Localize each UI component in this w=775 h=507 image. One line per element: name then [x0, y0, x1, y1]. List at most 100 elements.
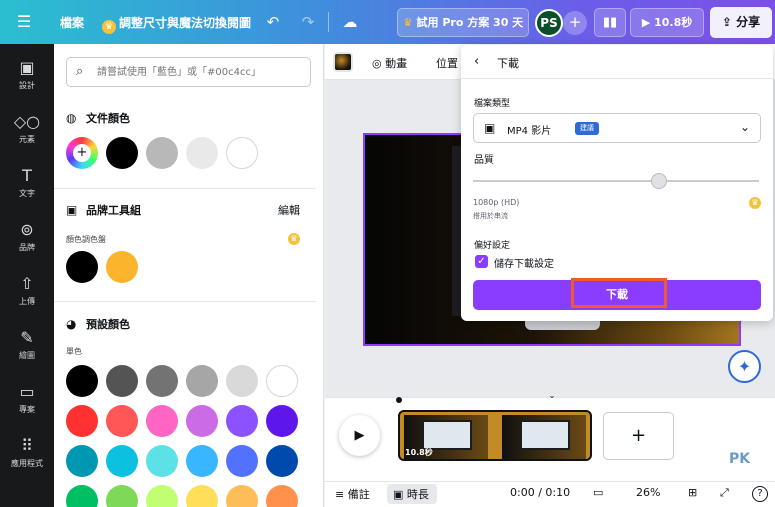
preset-color-swatch[interactable]: [66, 445, 98, 477]
position-button[interactable]: 位置: [436, 55, 458, 71]
preset-color-swatch[interactable]: [106, 485, 138, 507]
brand-color-swatch[interactable]: [66, 251, 98, 283]
preset-color-swatch[interactable]: [186, 365, 218, 397]
preset-color-swatch[interactable]: [226, 485, 258, 507]
save-settings-checkbox[interactable]: ✓: [475, 255, 488, 268]
add-collaborator-icon[interactable]: +: [563, 11, 587, 35]
zoom-level[interactable]: 26%: [636, 486, 660, 499]
insights-icon[interactable]: ▮▮: [594, 8, 626, 37]
color-search[interactable]: ⌕: [66, 57, 311, 87]
playback-time: 0:00 / 0:10: [510, 486, 571, 499]
preset-color-swatch[interactable]: [186, 445, 218, 477]
playhead[interactable]: [396, 397, 402, 403]
doc-color-swatch[interactable]: [106, 137, 138, 169]
rail-item-apps[interactable]: ⠿ 應用程式: [0, 432, 54, 478]
page-view-icon[interactable]: ▭: [593, 486, 603, 499]
file-type-select[interactable]: ▣ MP4 影片 建議 ⌄: [473, 113, 761, 143]
download-title: 下載: [497, 57, 519, 70]
solid-colors-label: 單色: [66, 347, 82, 356]
cloud-saved-icon[interactable]: ☁: [340, 12, 360, 32]
avatar[interactable]: PS: [535, 9, 563, 37]
resize-button[interactable]: ♛ 調整尺寸與魔法切換閱圖: [102, 14, 251, 34]
preset-color-swatch[interactable]: [186, 485, 218, 507]
preset-color-swatch[interactable]: [66, 485, 98, 507]
redo-icon[interactable]: ↷: [298, 12, 318, 32]
text-icon: T: [22, 166, 32, 185]
help-button[interactable]: ?: [752, 486, 768, 502]
preset-color-swatch[interactable]: [106, 365, 138, 397]
quality-slider-track[interactable]: [473, 180, 759, 182]
preset-colors-heading: ◕ 預設顏色: [66, 317, 130, 331]
preset-color-swatch[interactable]: [146, 485, 178, 507]
background-color-chip[interactable]: [333, 52, 353, 72]
rail-item-design[interactable]: ▣ 設計: [0, 54, 54, 100]
animate-button[interactable]: ◎ 動畫: [372, 55, 407, 71]
rail-item-text[interactable]: T 文字: [0, 162, 54, 208]
preset-color-swatch[interactable]: [226, 445, 258, 477]
preset-color-swatch[interactable]: [66, 365, 98, 397]
rail-item-uploads[interactable]: ⇧ 上傳: [0, 270, 54, 316]
divider: [461, 78, 773, 79]
video-icon: ▣: [484, 121, 496, 135]
preset-color-swatch[interactable]: [146, 445, 178, 477]
notes-button[interactable]: ≡ 備註: [335, 486, 370, 502]
preset-color-swatch[interactable]: [226, 405, 258, 437]
fullscreen-icon[interactable]: ⤢: [720, 486, 729, 500]
search-input[interactable]: [97, 63, 305, 81]
clip-duration: 10.8秒: [405, 448, 433, 457]
present-button[interactable]: ▶ 10.8秒: [630, 8, 704, 37]
grid-view-icon[interactable]: ⊞: [688, 486, 697, 499]
doc-color-swatch[interactable]: [146, 137, 178, 169]
preset-color-swatch[interactable]: [226, 365, 258, 397]
pro-trial-label: 試用 Pro 方案 30 天: [416, 16, 524, 29]
preset-color-swatch[interactable]: [266, 485, 298, 507]
preset-color-swatch[interactable]: [106, 405, 138, 437]
preset-color-swatch[interactable]: [266, 445, 298, 477]
draw-icon: ✎: [20, 328, 34, 347]
folder-icon: ▭: [19, 382, 35, 401]
rail-item-brand[interactable]: ⊚ 品牌: [0, 216, 54, 262]
brand-color-swatch[interactable]: [106, 251, 138, 283]
top-bar: ☰ 檔案 ♛ 調整尺寸與魔法切換閱圖 ↶ ↷ ☁ ♛ 試用 Pro 方案 30 天…: [0, 0, 775, 44]
add-page-button[interactable]: +: [603, 412, 674, 460]
save-settings-label: 儲存下載設定: [494, 259, 554, 270]
rail-item-elements[interactable]: ◇○ 元素: [0, 108, 54, 154]
upload-icon: ⇧: [20, 274, 34, 293]
preset-color-swatch[interactable]: [66, 405, 98, 437]
preset-color-swatch[interactable]: [266, 365, 298, 397]
duration-label: 10.8秒: [654, 16, 693, 29]
file-menu[interactable]: 檔案: [60, 14, 84, 31]
share-label: 分享: [736, 15, 761, 29]
add-color-button[interactable]: +: [66, 137, 98, 169]
elements-icon: ◇○: [13, 112, 41, 131]
back-arrow-icon[interactable]: ‹: [474, 54, 479, 69]
preset-color-swatch[interactable]: [146, 365, 178, 397]
share-button[interactable]: ⇪ 分享: [710, 7, 772, 38]
doc-color-swatch[interactable]: [226, 137, 258, 169]
magic-assistant-icon[interactable]: ✦: [728, 350, 761, 383]
preset-color-swatch[interactable]: [106, 445, 138, 477]
brand-edit-link[interactable]: 編輯: [278, 202, 300, 218]
divider: [54, 301, 316, 302]
plus-icon: +: [630, 425, 647, 446]
preset-color-swatch[interactable]: [146, 405, 178, 437]
resize-label: 調整尺寸與魔法切換閱圖: [119, 16, 252, 30]
rail-item-draw[interactable]: ✎ 繪圖: [0, 324, 54, 370]
brand-kit-icon: ▣: [66, 203, 78, 217]
chevron-down-icon[interactable]: ⌄: [545, 391, 559, 401]
pro-trial-button[interactable]: ♛ 試用 Pro 方案 30 天: [397, 8, 529, 37]
color-panel: ⌕ ◍文件顏色 + ▣品牌工具組 編輯 顏色調色盤 ♛ ◕預設顏色 單色: [54, 44, 324, 507]
rail-item-projects[interactable]: ▭ 專案: [0, 378, 54, 424]
timeline-icon: ▣: [393, 488, 407, 501]
play-button[interactable]: ▶: [339, 415, 380, 456]
timeline-button[interactable]: ▣ 時長: [393, 486, 429, 502]
doc-color-swatch[interactable]: [186, 137, 218, 169]
undo-icon[interactable]: ↶: [263, 12, 283, 32]
crown-icon: ♛: [288, 233, 300, 245]
search-icon: ⌕: [76, 64, 84, 79]
hamburger-icon[interactable]: ☰: [14, 12, 34, 32]
preset-color-swatch[interactable]: [266, 405, 298, 437]
side-rail: ▣ 設計 ◇○ 元素 T 文字 ⊚ 品牌 ⇧ 上傳 ✎ 繪圖 ▭ 專案 ⠿ 應用程式: [0, 44, 54, 507]
preset-color-swatch[interactable]: [186, 405, 218, 437]
quality-slider-knob[interactable]: [650, 173, 667, 189]
